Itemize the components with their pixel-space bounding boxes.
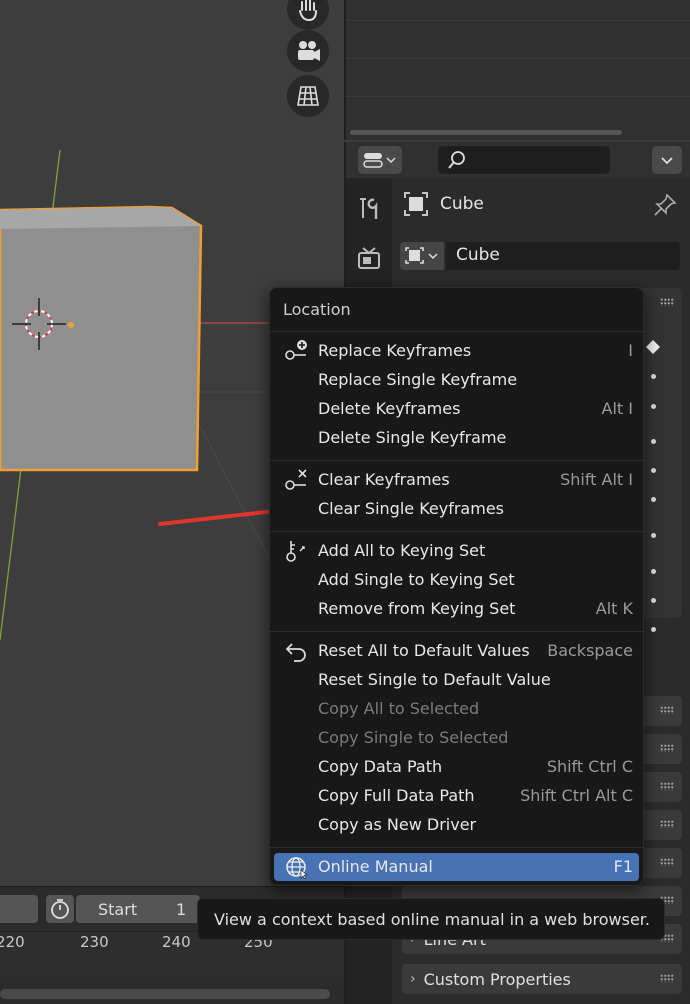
menu-item-online-manual[interactable]: Online Manual F1: [274, 853, 639, 881]
object-origin: [68, 322, 74, 328]
globe-icon: [286, 857, 308, 879]
properties-header: [346, 142, 690, 178]
tick-label: 230: [80, 933, 109, 951]
menu-item-copy-as-new-driver[interactable]: Copy as New Driver: [274, 811, 639, 839]
drag-handle[interactable]: [660, 974, 674, 982]
keyframe-diamond-icon[interactable]: [645, 339, 661, 355]
panel-custom-properties[interactable]: › Custom Properties: [402, 964, 682, 994]
pin-icon[interactable]: [652, 192, 678, 218]
menu-separator: [270, 531, 643, 532]
timeline-field[interactable]: [0, 895, 38, 923]
editor-type-icon: [363, 153, 396, 168]
hand-icon: [299, 0, 317, 22]
object-icon: [405, 247, 438, 264]
menu-item-add-single-to-keying-set[interactable]: Add Single to Keying Set: [274, 566, 639, 594]
cube-mesh: [0, 205, 203, 472]
menu-item-reset-all-to-default[interactable]: Reset All to Default Values Backspace: [274, 637, 639, 665]
tab-tool[interactable]: [354, 194, 384, 224]
tab-render[interactable]: [354, 244, 384, 274]
menu-item-add-all-to-keying-set[interactable]: Add All to Keying Set: [274, 537, 639, 565]
animate-dot[interactable]: [651, 569, 656, 574]
menu-separator: [270, 631, 643, 632]
animate-dot[interactable]: [651, 598, 656, 603]
chevron-right-icon: ›: [410, 971, 416, 987]
search-icon: [448, 151, 465, 169]
keyframe-add-icon: [285, 340, 307, 360]
grid-icon: [297, 86, 319, 106]
menu-item-remove-from-keying-set[interactable]: Remove from Keying Set Alt K: [274, 595, 639, 623]
object-icon: [404, 192, 428, 216]
drag-handle[interactable]: [660, 744, 674, 752]
keyframe-clear-icon: [285, 469, 307, 490]
menu-separator: [270, 847, 643, 848]
menu-item-copy-full-data-path[interactable]: Copy Full Data Path Shift Ctrl Alt C: [274, 782, 639, 810]
menu-title: Location: [283, 300, 351, 319]
menu-separator: [270, 460, 643, 461]
camera-icon: [298, 41, 320, 61]
stopwatch-icon: [51, 899, 69, 919]
menu-item-copy-single-to-selected: Copy Single to Selected: [318, 728, 509, 747]
drag-handle[interactable]: [660, 706, 674, 714]
options-dropdown-button[interactable]: [652, 146, 682, 174]
panel-label: Custom Properties: [423, 969, 571, 989]
render-icon: [358, 247, 380, 269]
animate-dot[interactable]: [651, 374, 656, 379]
object-name: Cube: [440, 194, 484, 214]
animate-dot[interactable]: [651, 533, 656, 538]
menu-item-clear-single-keyframes[interactable]: Clear Single Keyframes: [274, 495, 639, 523]
perspective-toggle-button[interactable]: [287, 75, 329, 117]
menu-item-replace-single-keyframe[interactable]: Replace Single Keyframe: [274, 366, 639, 394]
camera-view-button[interactable]: [287, 30, 329, 72]
search-input[interactable]: [438, 146, 610, 174]
animate-dot[interactable]: [651, 497, 656, 502]
tick-label: 220: [0, 933, 25, 951]
animate-dot[interactable]: [651, 627, 656, 632]
wrench-screwdriver-icon: [360, 198, 378, 219]
tooltip: View a context based online manual in a …: [197, 898, 665, 940]
object-name-field[interactable]: Cube: [446, 242, 680, 270]
editor-type-button[interactable]: [358, 146, 402, 174]
keying-set-icon: [286, 541, 305, 562]
context-menu: Location Replace Keyframes I Replace Sin…: [269, 287, 644, 886]
animate-dot[interactable]: [651, 468, 656, 473]
drag-handle[interactable]: [660, 858, 674, 866]
timeline-scrollbar[interactable]: [0, 989, 330, 999]
drag-handle[interactable]: [660, 820, 674, 828]
tick-label: 240: [162, 933, 191, 951]
menu-separator: [270, 331, 643, 332]
menu-item-reset-single-to-default[interactable]: Reset Single to Default Value: [274, 666, 639, 694]
stopwatch-button[interactable]: [46, 895, 74, 923]
outliner[interactable]: [344, 0, 690, 140]
start-frame-field[interactable]: Start 1: [76, 895, 200, 923]
outliner-scrollbar[interactable]: [350, 130, 622, 135]
reset-icon: [285, 643, 306, 662]
menu-item-delete-keyframes[interactable]: Delete Keyframes Alt I: [274, 395, 639, 423]
chevron-down-icon: [661, 157, 673, 165]
drag-handle[interactable]: [660, 298, 674, 306]
drag-handle[interactable]: [660, 782, 674, 790]
menu-item-clear-keyframes[interactable]: Clear Keyframes Shift Alt I: [274, 466, 639, 494]
menu-item-copy-data-path[interactable]: Copy Data Path Shift Ctrl C: [274, 753, 639, 781]
menu-item-delete-single-keyframe[interactable]: Delete Single Keyframe: [274, 424, 639, 452]
animate-dot[interactable]: [651, 404, 656, 409]
menu-item-replace-keyframes[interactable]: Replace Keyframes I: [274, 337, 639, 365]
animate-dot[interactable]: [651, 439, 656, 444]
object-type-dropdown[interactable]: [400, 242, 444, 270]
menu-item-copy-all-to-selected: Copy All to Selected: [318, 699, 480, 718]
start-label: Start: [98, 899, 138, 919]
start-value: 1: [176, 899, 187, 919]
